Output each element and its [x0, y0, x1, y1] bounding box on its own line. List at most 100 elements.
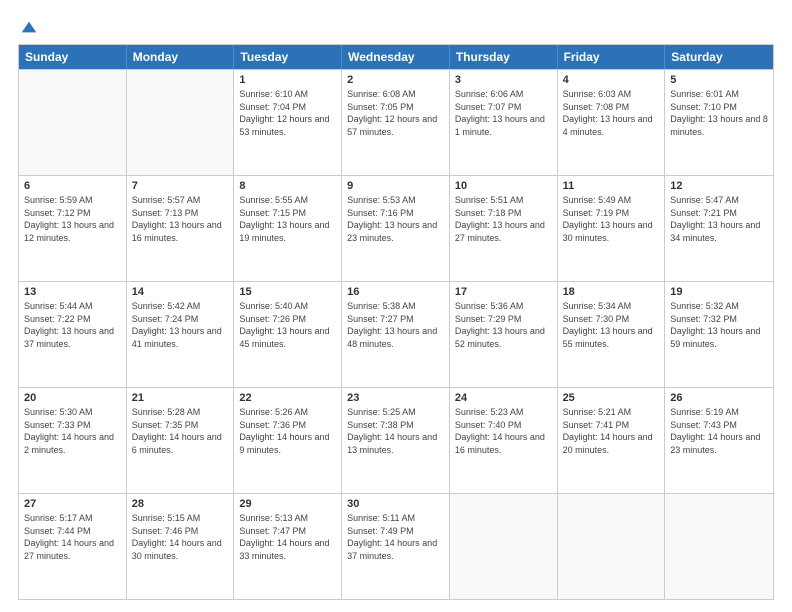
day-info: Sunrise: 5:30 AM Sunset: 7:33 PM Dayligh…	[24, 406, 121, 456]
header-day-friday: Friday	[558, 45, 666, 69]
day-number: 5	[670, 74, 768, 86]
day-number: 15	[239, 286, 336, 298]
day-info: Sunrise: 5:42 AM Sunset: 7:24 PM Dayligh…	[132, 300, 229, 350]
day-number: 29	[239, 498, 336, 510]
day-number: 18	[563, 286, 660, 298]
day-number: 20	[24, 392, 121, 404]
day-number: 13	[24, 286, 121, 298]
day-cell-12: 12Sunrise: 5:47 AM Sunset: 7:21 PM Dayli…	[665, 176, 773, 281]
header-day-thursday: Thursday	[450, 45, 558, 69]
empty-cell	[450, 494, 558, 599]
day-info: Sunrise: 6:08 AM Sunset: 7:05 PM Dayligh…	[347, 88, 444, 138]
day-number: 23	[347, 392, 444, 404]
day-number: 22	[239, 392, 336, 404]
day-info: Sunrise: 5:17 AM Sunset: 7:44 PM Dayligh…	[24, 512, 121, 562]
day-info: Sunrise: 5:59 AM Sunset: 7:12 PM Dayligh…	[24, 194, 121, 244]
day-cell-9: 9 Sunrise: 5:53 AM Sunset: 7:16 PM Daylig…	[342, 176, 450, 281]
day-cell-15: 15 Sunrise: 5:40 AM Sunset: 7:26 PM Dayli…	[234, 282, 342, 387]
calendar-body: 1 Sunrise: 6:10 AM Sunset: 7:04 PM Daylig…	[19, 69, 773, 599]
day-cell-18: 18Sunrise: 5:34 AM Sunset: 7:30 PM Dayli…	[558, 282, 666, 387]
day-cell-4: 4Sunrise: 6:03 AM Sunset: 7:08 PM Daylig…	[558, 70, 666, 175]
day-cell-22: 22 Sunrise: 5:26 AM Sunset: 7:36 PM Dayli…	[234, 388, 342, 493]
day-number: 2	[347, 74, 444, 86]
day-info: Sunrise: 5:32 AM Sunset: 7:32 PM Dayligh…	[670, 300, 768, 350]
day-cell-27: 27 Sunrise: 5:17 AM Sunset: 7:44 PM Dayli…	[19, 494, 127, 599]
day-info: Sunrise: 6:06 AM Sunset: 7:07 PM Dayligh…	[455, 88, 552, 138]
day-number: 27	[24, 498, 121, 510]
day-cell-3: 3 Sunrise: 6:06 AM Sunset: 7:07 PM Daylig…	[450, 70, 558, 175]
header-day-wednesday: Wednesday	[342, 45, 450, 69]
day-number: 8	[239, 180, 336, 192]
day-info: Sunrise: 5:19 AM Sunset: 7:43 PM Dayligh…	[670, 406, 768, 456]
day-cell-16: 16 Sunrise: 5:38 AM Sunset: 7:27 PM Dayli…	[342, 282, 450, 387]
week-row-1: 1 Sunrise: 6:10 AM Sunset: 7:04 PM Daylig…	[19, 69, 773, 175]
day-info: Sunrise: 5:55 AM Sunset: 7:15 PM Dayligh…	[239, 194, 336, 244]
day-number: 21	[132, 392, 229, 404]
header	[18, 18, 774, 36]
day-cell-5: 5 Sunrise: 6:01 AM Sunset: 7:10 PM Daylig…	[665, 70, 773, 175]
day-number: 1	[239, 74, 336, 86]
day-info: Sunrise: 5:36 AM Sunset: 7:29 PM Dayligh…	[455, 300, 552, 350]
day-info: Sunrise: 5:15 AM Sunset: 7:46 PM Dayligh…	[132, 512, 229, 562]
day-info: Sunrise: 5:26 AM Sunset: 7:36 PM Dayligh…	[239, 406, 336, 456]
day-number: 28	[132, 498, 229, 510]
day-number: 10	[455, 180, 552, 192]
day-number: 26	[670, 392, 768, 404]
empty-cell	[558, 494, 666, 599]
day-info: Sunrise: 6:01 AM Sunset: 7:10 PM Dayligh…	[670, 88, 768, 138]
header-day-saturday: Saturday	[665, 45, 773, 69]
day-info: Sunrise: 5:28 AM Sunset: 7:35 PM Dayligh…	[132, 406, 229, 456]
day-number: 9	[347, 180, 444, 192]
header-day-tuesday: Tuesday	[234, 45, 342, 69]
day-cell-1: 1 Sunrise: 6:10 AM Sunset: 7:04 PM Daylig…	[234, 70, 342, 175]
day-cell-10: 10 Sunrise: 5:51 AM Sunset: 7:18 PM Dayli…	[450, 176, 558, 281]
day-cell-23: 23 Sunrise: 5:25 AM Sunset: 7:38 PM Dayli…	[342, 388, 450, 493]
day-info: Sunrise: 5:49 AM Sunset: 7:19 PM Dayligh…	[563, 194, 660, 244]
day-info: Sunrise: 5:25 AM Sunset: 7:38 PM Dayligh…	[347, 406, 444, 456]
logo	[18, 18, 38, 36]
day-number: 17	[455, 286, 552, 298]
day-info: Sunrise: 6:03 AM Sunset: 7:08 PM Dayligh…	[563, 88, 660, 138]
day-info: Sunrise: 5:57 AM Sunset: 7:13 PM Dayligh…	[132, 194, 229, 244]
day-info: Sunrise: 5:53 AM Sunset: 7:16 PM Dayligh…	[347, 194, 444, 244]
day-cell-19: 19 Sunrise: 5:32 AM Sunset: 7:32 PM Dayli…	[665, 282, 773, 387]
day-number: 3	[455, 74, 552, 86]
day-cell-26: 26 Sunrise: 5:19 AM Sunset: 7:43 PM Dayli…	[665, 388, 773, 493]
empty-cell	[127, 70, 235, 175]
day-number: 24	[455, 392, 552, 404]
day-cell-6: 6 Sunrise: 5:59 AM Sunset: 7:12 PM Daylig…	[19, 176, 127, 281]
logo-icon	[20, 18, 38, 36]
day-info: Sunrise: 5:51 AM Sunset: 7:18 PM Dayligh…	[455, 194, 552, 244]
calendar: SundayMondayTuesdayWednesdayThursdayFrid…	[18, 44, 774, 600]
day-number: 30	[347, 498, 444, 510]
day-info: Sunrise: 5:21 AM Sunset: 7:41 PM Dayligh…	[563, 406, 660, 456]
day-cell-29: 29Sunrise: 5:13 AM Sunset: 7:47 PM Dayli…	[234, 494, 342, 599]
day-cell-24: 24 Sunrise: 5:23 AM Sunset: 7:40 PM Dayli…	[450, 388, 558, 493]
day-cell-2: 2 Sunrise: 6:08 AM Sunset: 7:05 PM Daylig…	[342, 70, 450, 175]
day-cell-21: 21 Sunrise: 5:28 AM Sunset: 7:35 PM Dayli…	[127, 388, 235, 493]
day-cell-30: 30 Sunrise: 5:11 AM Sunset: 7:49 PM Dayli…	[342, 494, 450, 599]
day-number: 14	[132, 286, 229, 298]
day-number: 25	[563, 392, 660, 404]
day-number: 6	[24, 180, 121, 192]
day-number: 7	[132, 180, 229, 192]
day-cell-11: 11Sunrise: 5:49 AM Sunset: 7:19 PM Dayli…	[558, 176, 666, 281]
empty-cell	[665, 494, 773, 599]
day-info: Sunrise: 5:38 AM Sunset: 7:27 PM Dayligh…	[347, 300, 444, 350]
day-info: Sunrise: 5:40 AM Sunset: 7:26 PM Dayligh…	[239, 300, 336, 350]
week-row-2: 6 Sunrise: 5:59 AM Sunset: 7:12 PM Daylig…	[19, 175, 773, 281]
day-cell-14: 14 Sunrise: 5:42 AM Sunset: 7:24 PM Dayli…	[127, 282, 235, 387]
calendar-header-row: SundayMondayTuesdayWednesdayThursdayFrid…	[19, 45, 773, 69]
day-cell-25: 25 Sunrise: 5:21 AM Sunset: 7:41 PM Dayli…	[558, 388, 666, 493]
day-number: 16	[347, 286, 444, 298]
day-info: Sunrise: 5:11 AM Sunset: 7:49 PM Dayligh…	[347, 512, 444, 562]
day-info: Sunrise: 6:10 AM Sunset: 7:04 PM Dayligh…	[239, 88, 336, 138]
day-number: 19	[670, 286, 768, 298]
day-cell-20: 20 Sunrise: 5:30 AM Sunset: 7:33 PM Dayli…	[19, 388, 127, 493]
empty-cell	[19, 70, 127, 175]
week-row-4: 20 Sunrise: 5:30 AM Sunset: 7:33 PM Dayli…	[19, 387, 773, 493]
week-row-5: 27 Sunrise: 5:17 AM Sunset: 7:44 PM Dayli…	[19, 493, 773, 599]
day-info: Sunrise: 5:23 AM Sunset: 7:40 PM Dayligh…	[455, 406, 552, 456]
day-cell-28: 28 Sunrise: 5:15 AM Sunset: 7:46 PM Dayli…	[127, 494, 235, 599]
day-cell-8: 8 Sunrise: 5:55 AM Sunset: 7:15 PM Daylig…	[234, 176, 342, 281]
